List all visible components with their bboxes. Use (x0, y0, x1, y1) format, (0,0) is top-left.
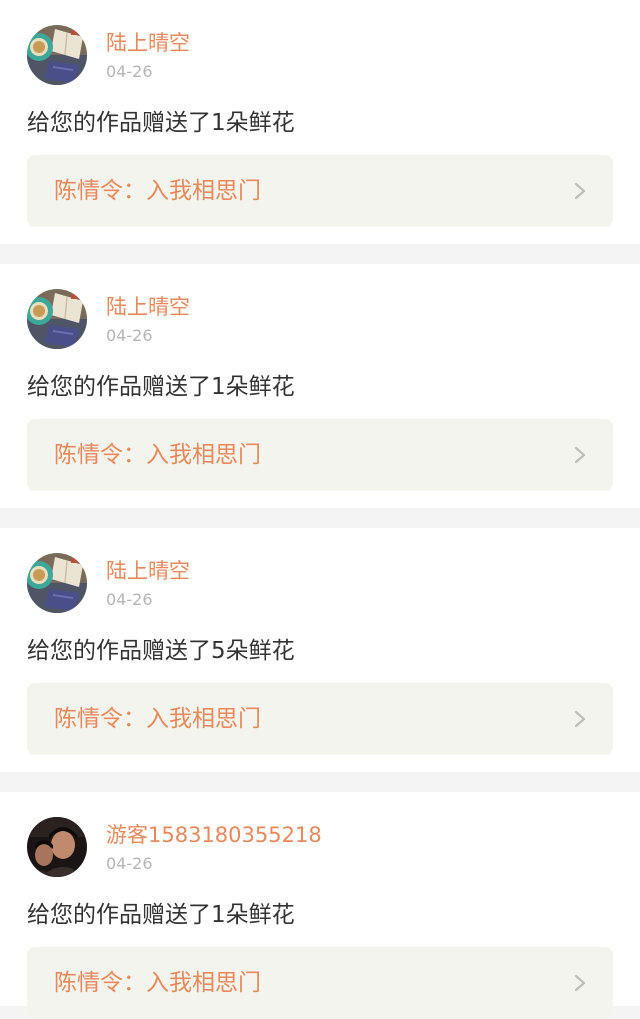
teacup-book-avatar-icon (27, 553, 87, 613)
notification-card: 陆上晴空 04-26 给您的作品赠送了1朵鲜花 陈情令：入我相思门 (0, 0, 640, 244)
chevron-right-icon (574, 446, 586, 464)
work-link[interactable]: 陈情令：入我相思门 (27, 683, 613, 755)
timestamp: 04-26 (106, 854, 153, 873)
user-avatar[interactable] (27, 553, 87, 613)
user-avatar[interactable] (27, 25, 87, 85)
work-title: 陈情令：入我相思门 (54, 442, 261, 468)
chevron-right-icon (574, 182, 586, 200)
gift-message: 给您的作品赠送了1朵鲜花 (27, 374, 295, 400)
person-photo-avatar-icon (27, 817, 87, 877)
chevron-right-icon (574, 710, 586, 728)
notification-card: 游客1583180355218 04-26 给您的作品赠送了1朵鲜花 陈情令：入… (0, 792, 640, 1019)
gift-notification-feed: 陆上晴空 04-26 给您的作品赠送了1朵鲜花 陈情令：入我相思门 陆上晴空 0… (0, 0, 640, 1019)
user-avatar[interactable] (27, 289, 87, 349)
teacup-book-avatar-icon (27, 25, 87, 85)
timestamp: 04-26 (106, 62, 153, 81)
work-title: 陈情令：入我相思门 (54, 970, 261, 996)
username[interactable]: 陆上晴空 (106, 30, 190, 56)
user-avatar[interactable] (27, 817, 87, 877)
username[interactable]: 陆上晴空 (106, 558, 190, 584)
notification-card: 陆上晴空 04-26 给您的作品赠送了1朵鲜花 陈情令：入我相思门 (0, 264, 640, 508)
timestamp: 04-26 (106, 326, 153, 345)
work-link[interactable]: 陈情令：入我相思门 (27, 947, 613, 1019)
work-link[interactable]: 陈情令：入我相思门 (27, 155, 613, 227)
gift-message: 给您的作品赠送了1朵鲜花 (27, 902, 295, 928)
work-title: 陈情令：入我相思门 (54, 178, 261, 204)
work-title: 陈情令：入我相思门 (54, 706, 261, 732)
chevron-right-icon (574, 974, 586, 992)
teacup-book-avatar-icon (27, 289, 87, 349)
timestamp: 04-26 (106, 590, 153, 609)
gift-message: 给您的作品赠送了1朵鲜花 (27, 110, 295, 136)
username[interactable]: 陆上晴空 (106, 294, 190, 320)
notification-card: 陆上晴空 04-26 给您的作品赠送了5朵鲜花 陈情令：入我相思门 (0, 528, 640, 772)
username[interactable]: 游客1583180355218 (106, 822, 322, 848)
gift-message: 给您的作品赠送了5朵鲜花 (27, 638, 295, 664)
work-link[interactable]: 陈情令：入我相思门 (27, 419, 613, 491)
